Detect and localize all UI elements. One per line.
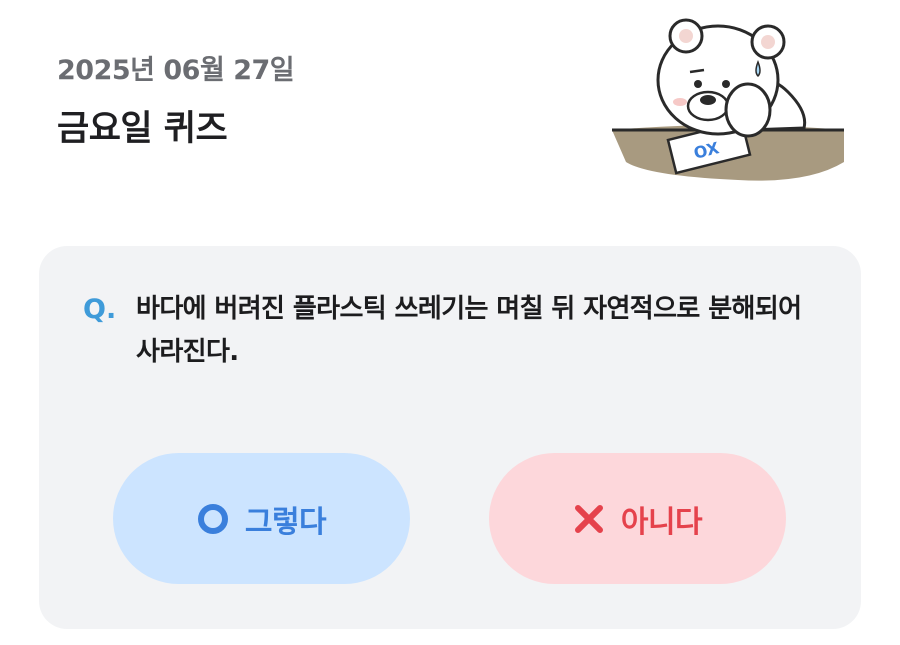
answer-yes-button[interactable]: 그렇다 (113, 453, 410, 584)
question-label: Q. (83, 294, 117, 325)
answer-no-label: 아니다 (620, 504, 703, 540)
polar-bear-thinking-icon: OX (612, 18, 844, 181)
answer-yes-label: 그렇다 (244, 504, 327, 540)
quiz-date: 2025년 06월 27일 (57, 55, 295, 86)
page-title: 금요일 퀴즈 (57, 109, 228, 149)
question-text: 바다에 버려진 플라스틱 쓰레기는 며칠 뒤 자연적으로 분해되어 사라진다. (136, 294, 802, 367)
answer-no-button[interactable]: 아니다 (489, 453, 786, 584)
quiz-card: Q. 바다에 버려진 플라스틱 쓰레기는 며칠 뒤 자연적으로 분해되어 사라진… (39, 246, 861, 629)
circle-o-icon (197, 503, 228, 534)
x-mark-icon (574, 504, 603, 533)
